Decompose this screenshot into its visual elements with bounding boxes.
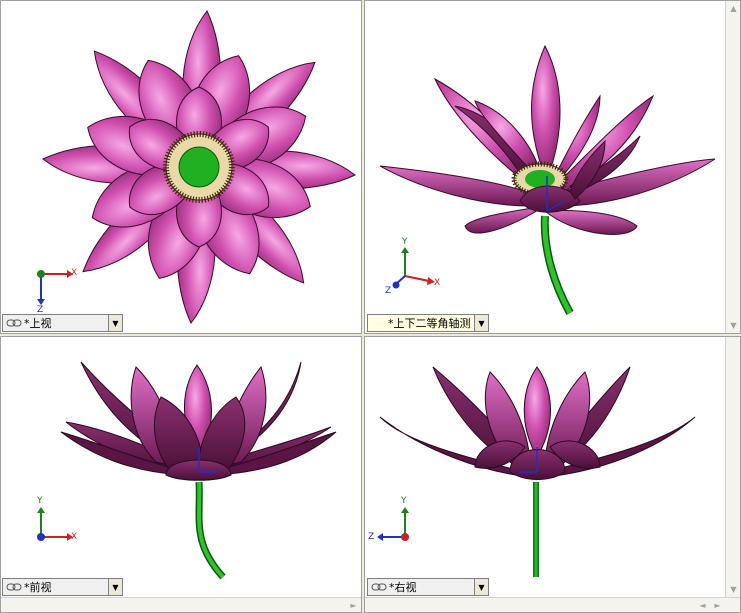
axis-z-label: Z — [368, 532, 375, 542]
horizontal-scrollbar[interactable]: ◄ ► — [365, 597, 740, 612]
view-dropdown-button[interactable]: ▼ — [474, 579, 488, 595]
axis-y-label: Y — [402, 237, 408, 247]
axis-triad-top — [37, 270, 73, 305]
lotus-iso-view — [379, 44, 716, 315]
vertical-scrollbar[interactable]: ▲ ▼ — [725, 1, 740, 333]
lotus-right-view — [377, 366, 696, 577]
link-icon — [6, 583, 22, 591]
horizontal-scrollbar[interactable]: ► — [1, 597, 361, 612]
axis-z-label: Z — [385, 286, 392, 296]
scroll-down-button[interactable]: ▼ — [726, 318, 740, 333]
view-label-top[interactable]: *上视 ▼ — [2, 314, 123, 332]
scroll-left-button[interactable]: ◄ — [695, 598, 710, 612]
scroll-right-button[interactable]: ► — [346, 598, 361, 612]
view-dropdown-button[interactable]: ▼ — [108, 315, 122, 331]
view-label-text: *上下二等角轴测 — [388, 317, 471, 330]
view-label-text: *前视 — [24, 581, 52, 594]
lotus-front-view — [37, 361, 337, 580]
scroll-up-button[interactable]: ▲ — [726, 1, 740, 16]
axis-x-label: X — [71, 532, 78, 542]
view-label-front[interactable]: *前视 ▼ — [2, 578, 123, 596]
axis-y-label: Y — [401, 496, 407, 506]
view-label-text: *右视 — [389, 581, 417, 594]
view-dropdown-button[interactable]: ▼ — [108, 579, 122, 595]
view-label-iso[interactable]: *上下二等角轴测 ▼ — [367, 314, 489, 332]
link-icon — [6, 319, 22, 327]
axis-y-label: Y — [37, 496, 43, 506]
axis-triad-right — [377, 507, 409, 541]
viewport-top[interactable]: X Z *上视 ▼ — [0, 0, 362, 334]
lotus-top-view — [37, 10, 356, 324]
scroll-right-button[interactable]: ► — [710, 598, 725, 612]
scroll-down-button[interactable]: ▼ — [726, 582, 740, 597]
vertical-scrollbar[interactable]: ▼ — [725, 337, 740, 597]
link-icon — [371, 583, 387, 591]
viewport-right[interactable]: Y Z *右视 ▼ ▼ ◄ ► — [364, 336, 741, 613]
axis-triad-iso — [392, 247, 435, 289]
view-label-right[interactable]: *右视 ▼ — [367, 578, 489, 596]
axis-triad-front — [37, 507, 73, 541]
view-dropdown-button[interactable]: ▼ — [474, 315, 488, 331]
axis-x-label: X — [434, 278, 441, 288]
view-label-text: *上视 — [24, 317, 52, 330]
viewport-front[interactable]: Y X *前视 ▼ ► — [0, 336, 362, 613]
axis-x-label: X — [71, 268, 78, 278]
viewport-iso[interactable]: Y X Z *上下二等角轴测 ▼ ▲ ▼ — [364, 0, 741, 334]
